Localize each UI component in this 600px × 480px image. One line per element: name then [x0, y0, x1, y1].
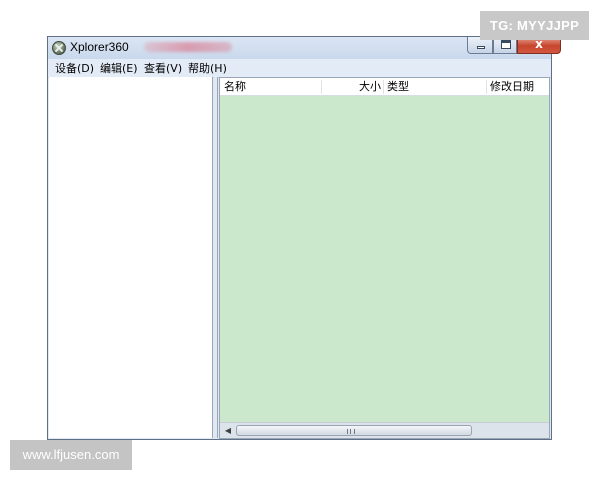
screenshot-canvas: Xplorer360 x 设备(D) 编辑(E) 查看(V) 帮助(H) 名称 — [0, 0, 600, 480]
column-divider[interactable] — [486, 80, 487, 94]
app-window: Xplorer360 x 设备(D) 编辑(E) 查看(V) 帮助(H) 名称 — [47, 36, 561, 440]
horizontal-scrollbar[interactable]: ◀ — [220, 422, 549, 438]
grip-icon — [347, 429, 355, 434]
scroll-left-arrow-icon[interactable]: ◀ — [221, 423, 235, 438]
column-header-type[interactable]: 类型 — [387, 78, 409, 96]
menu-device[interactable]: 设备(D) — [55, 61, 94, 76]
menu-edit[interactable]: 编辑(E) — [100, 61, 138, 76]
watermark-site: www.lfjusen.com — [10, 440, 132, 470]
list-header: 名称 大小 类型 修改日期 — [220, 78, 549, 96]
xbox-icon — [52, 41, 66, 55]
maximize-icon — [501, 40, 511, 49]
folder-tree-pane[interactable] — [49, 77, 213, 438]
pane-splitter[interactable] — [214, 77, 218, 438]
watermark-telegram: TG: MYYJJPP — [480, 11, 589, 40]
column-header-size[interactable]: 大小 — [359, 78, 381, 96]
column-header-name[interactable]: 名称 — [224, 78, 246, 96]
scrollbar-thumb[interactable] — [236, 425, 472, 436]
menu-help[interactable]: 帮助(H) — [188, 61, 227, 76]
title-bar[interactable]: Xplorer360 x — [48, 37, 561, 59]
window-title: Xplorer360 — [70, 40, 129, 54]
file-list-pane[interactable]: 名称 大小 类型 修改日期 ◀ — [219, 77, 550, 439]
minimize-icon — [477, 46, 485, 49]
blurred-title-suffix — [144, 42, 232, 52]
column-divider[interactable] — [321, 80, 322, 94]
menu-bar: 设备(D) 编辑(E) 查看(V) 帮助(H) — [48, 59, 551, 78]
menu-view[interactable]: 查看(V) — [144, 61, 182, 76]
column-divider[interactable] — [383, 80, 384, 94]
column-header-modified[interactable]: 修改日期 — [490, 78, 534, 96]
